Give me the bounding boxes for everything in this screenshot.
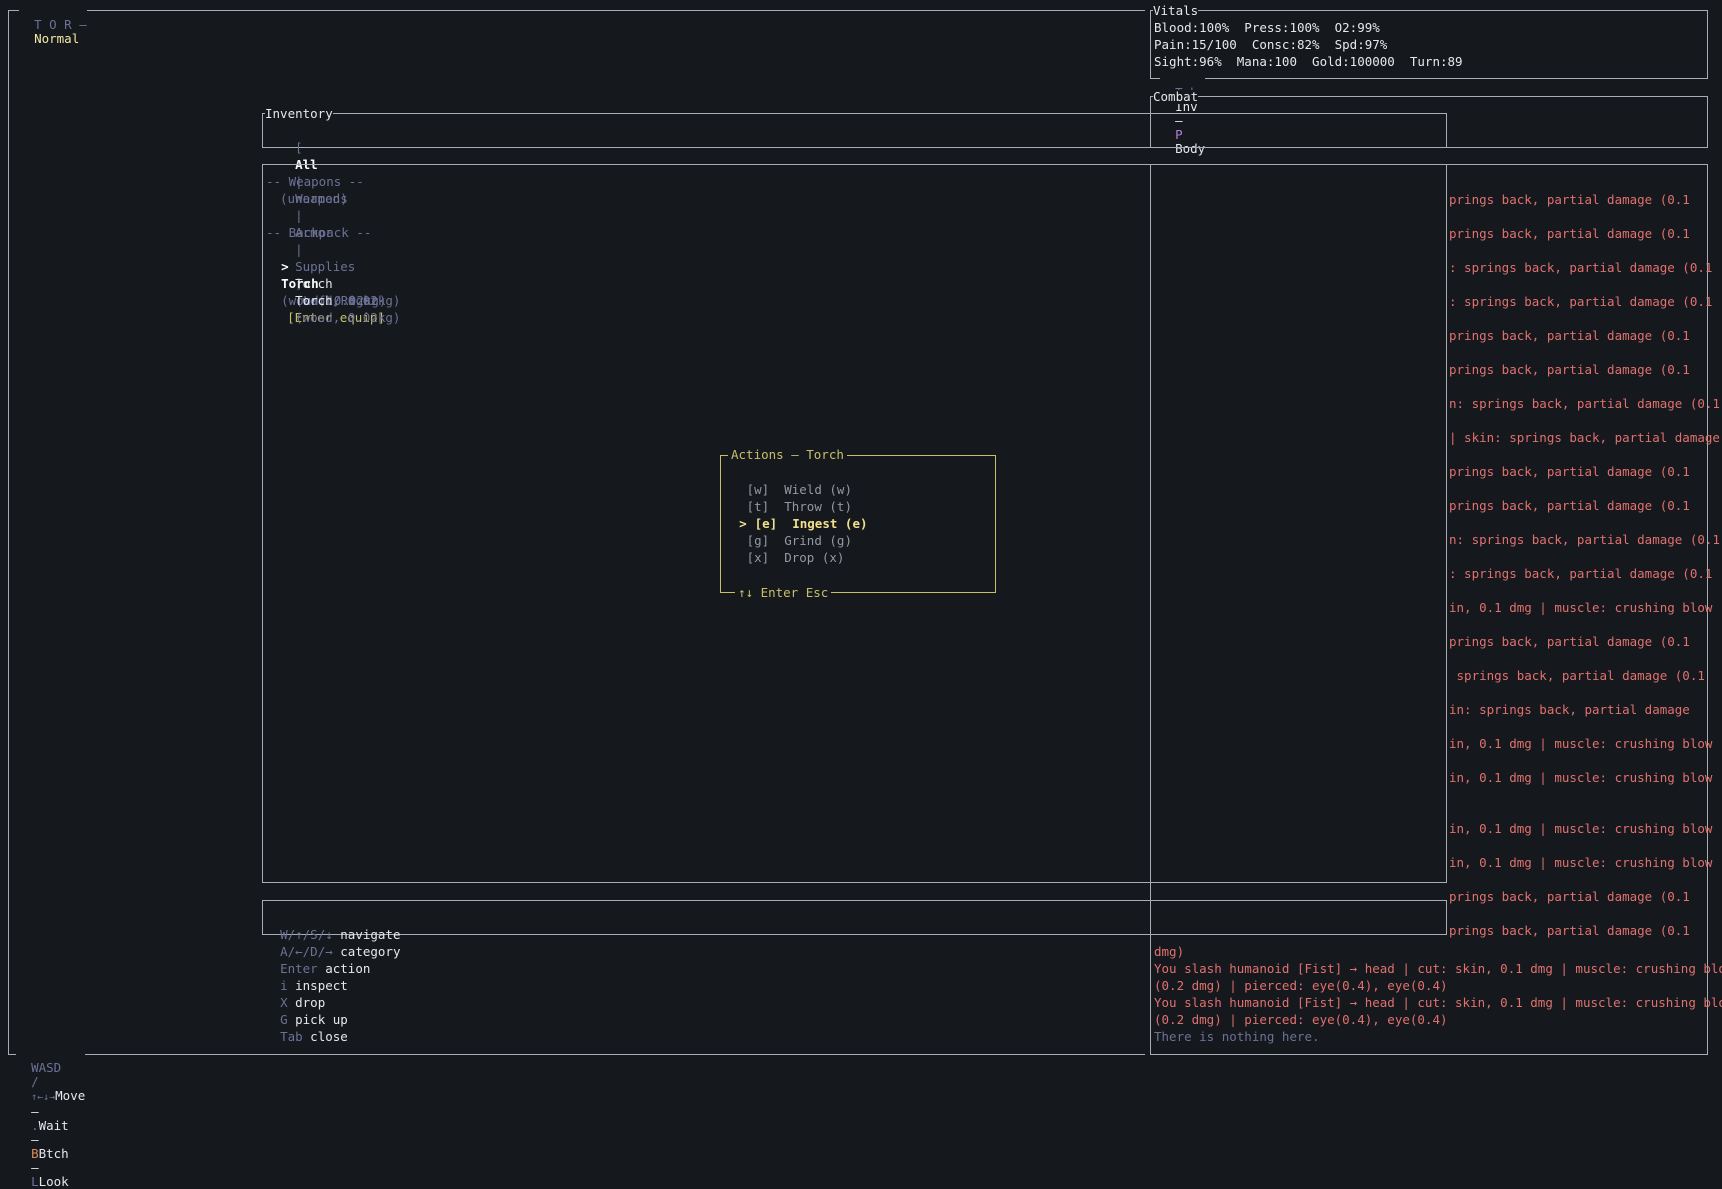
inventory-panel [262, 113, 1447, 148]
log-line: in, 0.1 dmg | muscle: crushing blow [1449, 600, 1713, 615]
wait-label: Wait [38, 1118, 69, 1133]
log-line: : springs back, partial damage (0.1 [1449, 294, 1713, 309]
weapons-header: -- Weapons -- [266, 174, 364, 189]
batch-label: Btch [38, 1146, 69, 1161]
arrow-keys: ↑←↓→ [31, 1092, 56, 1103]
sep: – [31, 1160, 39, 1175]
log-line: prings back, partial damage (0.1 [1449, 498, 1690, 513]
actions-footer: ↑↓ Enter Esc [735, 586, 832, 600]
help-label: pick up [295, 1012, 348, 1027]
help-label: drop [295, 995, 326, 1010]
message-line: You slash humanoid [Fist] → head | cut: … [1154, 995, 1722, 1010]
message-line: There is nothing here. [1154, 1029, 1320, 1044]
help-label: close [310, 1029, 348, 1044]
log-line: in, 0.1 dmg | muscle: crushing blow [1449, 855, 1713, 870]
log-line: n: springs back, partial damage (0.1 [1449, 396, 1720, 411]
sep: – [31, 1104, 39, 1119]
combat-title: Combat [1153, 89, 1199, 104]
app-header: T O R – Normal [19, 4, 87, 46]
help-key: i [280, 978, 288, 993]
log-line: n: springs back, partial damage (0.1 [1449, 532, 1720, 547]
mode-label: Normal [34, 31, 80, 46]
action-item[interactable]: [x] Drop (x) [724, 532, 845, 566]
log-line: prings back, partial damage (0.1 [1449, 362, 1690, 377]
bracket-open: [ [295, 140, 303, 155]
log-line: prings back, partial damage (0.1 [1449, 192, 1690, 207]
log-line: : springs back, partial damage (0.1 [1449, 566, 1713, 581]
log-line: springs back, partial damage (0.1 [1449, 668, 1705, 683]
log-line: prings back, partial damage (0.1 [1449, 226, 1690, 241]
footer-bar: WASD / ↑←↓→Move – .Wait – BBtch – LLook [16, 1047, 86, 1189]
actions-title: Actions – Torch [728, 448, 847, 462]
vitals-line-3: Sight:96% Mana:100 Gold:100000 Turn:89 [1154, 54, 1463, 69]
wait-key: . [31, 1118, 39, 1133]
log-line: prings back, partial damage (0.1 [1449, 634, 1690, 649]
app-title: T O R – [34, 17, 87, 32]
vitals-line-2: Pain:15/100 Consc:82% Spd:97% [1154, 37, 1388, 52]
help-panel [262, 900, 1447, 935]
vitals-line-1: Blood:100% Press:100% O2:99% [1154, 20, 1380, 35]
vitals-title: Vitals [1153, 3, 1199, 18]
look-key: L [31, 1174, 39, 1189]
message-line: (0.2 dmg) | pierced: eye(0.4), eye(0.4) [1154, 1012, 1448, 1027]
item-meta: (wood, 0.02kg) [295, 310, 401, 325]
move-label: Move [55, 1088, 86, 1103]
help-key: A/←/D/→ [280, 944, 333, 959]
log-line: | skin: springs back, partial damage [1449, 430, 1720, 445]
list-item[interactable]: Torch (wood, 0.02kg) [280, 275, 400, 326]
help-label: action [325, 961, 371, 976]
action-label: Drop (x) [784, 550, 845, 565]
wasd-key: WASD [31, 1060, 62, 1075]
backpack-header: -- Backpack -- [266, 225, 372, 240]
log-line: in, 0.1 dmg | muscle: crushing blow [1449, 770, 1713, 785]
message-line: dmg) [1154, 944, 1185, 959]
help-bar: W/↑/S/↓ navigate A/←/D/→ category Enter … [265, 909, 401, 1045]
inventory-title: Inventory [265, 106, 333, 121]
item-name: Torch [295, 293, 333, 308]
help-key: W/↑/S/↓ [280, 927, 333, 942]
log-line: in, 0.1 dmg | muscle: crushing blow [1449, 821, 1713, 836]
unarmed-label: (unarmed) [280, 191, 348, 206]
sep: – [31, 1132, 39, 1147]
log-line: prings back, partial damage (0.1 [1449, 889, 1690, 904]
help-key: Enter [280, 961, 318, 976]
log-line: prings back, partial damage (0.1 [1449, 923, 1690, 938]
log-line: prings back, partial damage (0.1 [1449, 464, 1690, 479]
look-label: Look [38, 1174, 69, 1189]
help-label: navigate [340, 927, 401, 942]
message-line: You slash humanoid [Fist] → head | cut: … [1154, 961, 1722, 976]
log-line: prings back, partial damage (0.1 [1449, 328, 1690, 343]
log-line: in: springs back, partial damage [1449, 702, 1690, 717]
message-line: (0.2 dmg) | pierced: eye(0.4), eye(0.4) [1154, 978, 1448, 993]
help-label: category [340, 944, 401, 959]
help-key: X [280, 995, 288, 1010]
action-key: [x] [746, 550, 770, 565]
help-label: inspect [295, 978, 348, 993]
slash-sep: / [31, 1074, 39, 1089]
log-line: : springs back, partial damage (0.1 [1449, 260, 1713, 275]
help-key: Tab [280, 1029, 303, 1044]
help-key: G [280, 1012, 288, 1027]
log-line: in, 0.1 dmg | muscle: crushing blow [1449, 736, 1713, 751]
batch-key: B [31, 1146, 39, 1161]
